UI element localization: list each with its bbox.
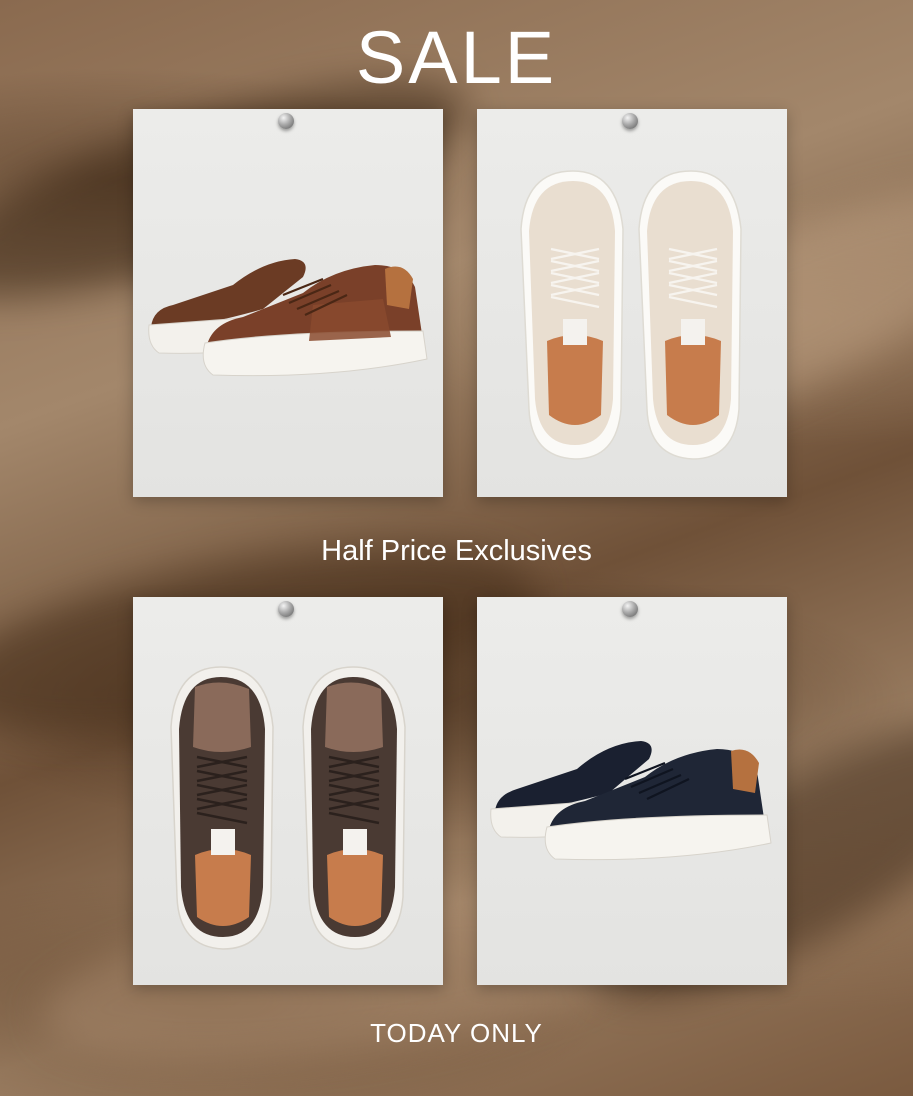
product-card-dark-brown-sneakers[interactable] <box>133 597 443 985</box>
today-only-label: TODAY ONLY <box>370 1018 543 1048</box>
subtitle: Half Price Exclusives <box>321 535 592 567</box>
cream-sneaker-top-view-icon <box>520 170 742 460</box>
navy-sneaker-side-view-icon <box>490 741 772 861</box>
product-card-cream-sneakers[interactable] <box>477 109 787 497</box>
product-card-navy-sneakers[interactable] <box>477 597 787 985</box>
product-card-brown-sneakers[interactable] <box>133 109 443 497</box>
brown-sneaker-side-view-icon <box>148 259 428 377</box>
sale-title: SALE <box>355 16 558 99</box>
dark-brown-sneaker-top-view-icon <box>170 666 406 950</box>
